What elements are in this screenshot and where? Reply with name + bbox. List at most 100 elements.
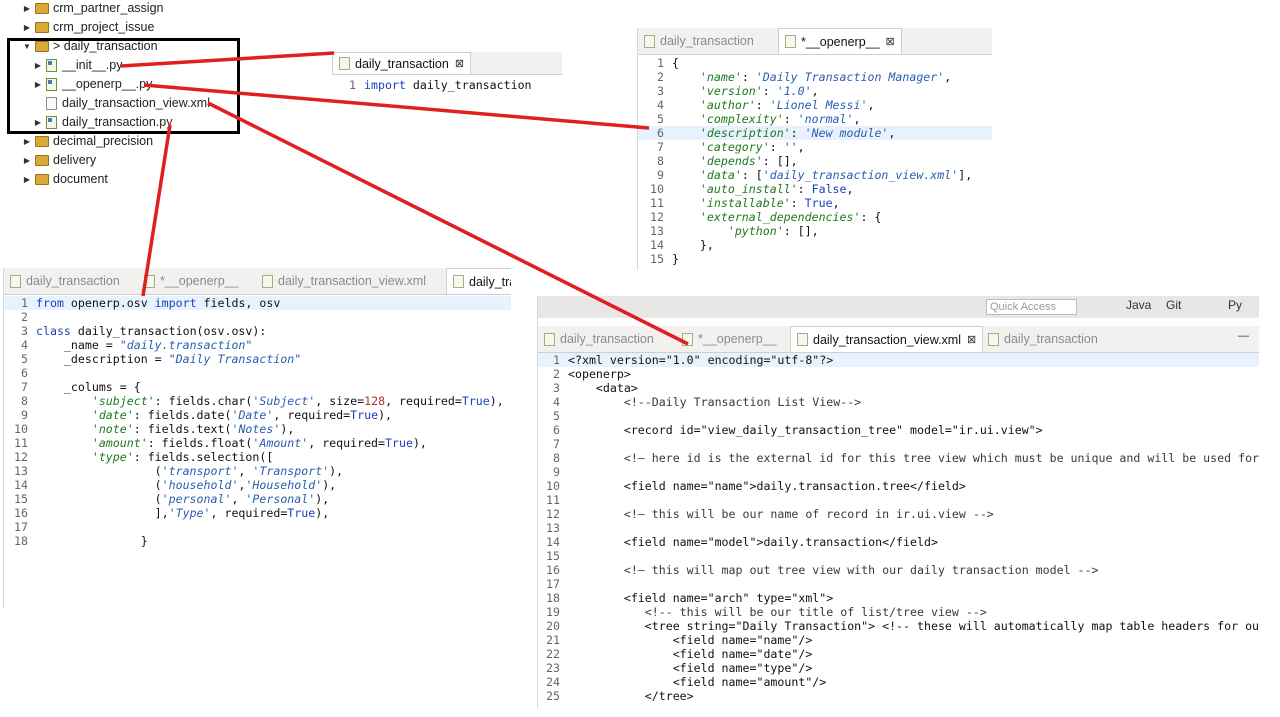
code-token: 'depends' (672, 154, 763, 168)
line-number: 12 (546, 507, 560, 521)
code-line: 11 'amount': fields.float('Amount', requ… (4, 436, 511, 450)
line-number: 24 (546, 675, 560, 689)
line-number: 14 (650, 238, 664, 252)
close-tab-icon[interactable]: ⊠ (886, 29, 895, 55)
quick-access-input[interactable]: Quick Access (986, 299, 1077, 315)
view-code[interactable]: 1 <?xml version="1.0" encoding="utf-8"?> 2… (538, 353, 1259, 703)
code-token: daily_transaction(osv.osv): (70, 324, 267, 338)
editor-tab[interactable]: daily_transaction (638, 28, 760, 54)
file-icon (453, 275, 464, 288)
code-line: 1 from openerp.osv import fields, osv (4, 296, 511, 310)
tree-item[interactable]: ▶ crm_partner_assign (22, 0, 164, 18)
code-token: , size= (315, 394, 365, 408)
tree-item-label: crm_partner_assign (53, 1, 164, 15)
code-token: <field name="type"/> (568, 661, 813, 675)
collapsed-arrow-icon[interactable]: ▶ (22, 0, 32, 18)
code-text: 'depends': [], (672, 154, 798, 168)
editor-tab[interactable]: daily_transaction (4, 268, 126, 294)
code-token: <field name="amount"/> (568, 675, 827, 689)
collapsed-arrow-icon[interactable]: ▶ (22, 132, 32, 151)
editor-tab[interactable]: daily_transaction_view.xml (256, 268, 432, 294)
code-token: 'note' (36, 422, 134, 436)
code-text: <field name="amount"/> (568, 675, 827, 689)
code-text: <!--Daily Transaction List View--> (568, 395, 861, 409)
editor-tab[interactable]: daily_transaction (538, 326, 660, 352)
code-token: ], (36, 506, 169, 520)
code-line: 20 <tree string="Daily Transaction"> <!-… (538, 619, 1259, 633)
code-line: 2 'name': 'Daily Transaction Manager', (638, 70, 992, 84)
code-line: 12 'external_dependencies': { (638, 210, 992, 224)
code-token: : [ (741, 168, 763, 182)
code-token: , required= (385, 394, 462, 408)
line-number: 1 (21, 296, 28, 310)
editor-tab[interactable]: *__openerp__ (138, 268, 245, 294)
perspective-git[interactable]: Git (1166, 298, 1181, 312)
collapsed-arrow-icon[interactable]: ▶ (22, 170, 32, 185)
code-token: _name = (36, 338, 120, 352)
code-token: 'complexity' (672, 112, 784, 126)
collapsed-arrow-icon[interactable]: ▶ (22, 18, 32, 37)
tree-item[interactable]: ▶ crm_project_issue (22, 18, 155, 37)
code-token: <field name="arch" type="xml"> (568, 591, 834, 605)
model-tabbar: daily_transaction *__openerp__ daily_trans… (4, 268, 511, 295)
perspective-py[interactable]: Py (1228, 298, 1242, 312)
perspective-java[interactable]: Java (1126, 298, 1151, 312)
view-editor: Quick Access Java Git Py daily_transacti… (537, 296, 1259, 708)
tree-item[interactable]: ▶ decimal_precision (22, 132, 153, 151)
code-line: 2 (4, 310, 511, 324)
line-number: 15 (546, 549, 560, 563)
code-line: 8 'subject': fields.char('Subject', size… (4, 394, 511, 408)
code-token: : (783, 112, 798, 126)
openerp-code[interactable]: 1{2 'name': 'Daily Transaction Manager',… (638, 56, 992, 266)
code-token: 'author' (672, 98, 756, 112)
close-tab-icon[interactable]: ⊠ (967, 327, 976, 353)
tree-item[interactable]: ▶ delivery (22, 151, 96, 170)
line-number: 12 (650, 210, 664, 224)
code-line: 3 <data> (538, 381, 1259, 395)
model-code[interactable]: 1 from openerp.osv import fields, osv 2 3 cl… (4, 296, 511, 548)
code-line: 12 'type': fields.selection([ (4, 450, 511, 464)
code-token: '1.0' (776, 84, 812, 98)
code-text: <!— here id is the external id for this … (568, 451, 1259, 465)
init-tabbar: daily_transaction ⊠ (332, 52, 562, 75)
openerp-tabbar: daily_transaction *__openerp__ ⊠ (638, 28, 992, 55)
code-line: 25 </tree> (538, 689, 1259, 703)
line-number: 21 (546, 633, 560, 647)
tree-item[interactable]: ▶ document (22, 170, 108, 185)
editor-tab[interactable]: *__openerp__ (676, 326, 783, 352)
code-token: 'Type' (168, 506, 211, 520)
code-text: _description = "Daily Transaction" (36, 352, 301, 366)
init-code[interactable]: 1 import daily_transaction (332, 78, 562, 92)
line-number: 10 (650, 182, 664, 196)
code-line: 8 <!— here id is the external id for thi… (538, 451, 1259, 465)
close-tab-icon[interactable]: ⊠ (455, 52, 464, 77)
code-text: 'category': '', (672, 140, 805, 154)
line-number: 2 (657, 70, 664, 84)
editor-tab[interactable]: daily_transaction ⊠ (332, 52, 472, 77)
line-number: 2 (553, 367, 560, 381)
code-token: : (790, 196, 805, 210)
editor-tab[interactable]: daily_transaction_view.xml ⊠ (790, 326, 984, 353)
editor-tab[interactable]: daily_transaction (982, 326, 1104, 352)
code-token: , required= (308, 436, 386, 450)
file-icon (544, 332, 555, 346)
folder-icon (35, 136, 49, 147)
editor-tab-label: daily_transaction (660, 34, 754, 48)
code-text: </tree> (568, 689, 694, 703)
code-token: ), (489, 394, 504, 408)
code-line: 14 ('household','Household'), (4, 478, 511, 492)
editor-tab[interactable]: *__openerp__ ⊠ (778, 28, 902, 54)
code-token: 'Personal' (245, 492, 316, 506)
line-number: 18 (546, 591, 560, 605)
collapsed-arrow-icon[interactable]: ▶ (22, 151, 32, 170)
code-token: , required= (210, 506, 288, 520)
code-token: import (154, 296, 197, 310)
code-line: 6 (4, 366, 511, 380)
code-token: <?xml version="1.0" encoding="utf-8"?> (568, 353, 834, 367)
file-icon (10, 274, 21, 288)
line-number: 15 (14, 492, 28, 506)
line-number: 22 (546, 647, 560, 661)
code-line: 3 'version': '1.0', (638, 84, 992, 98)
editor-tab[interactable]: daily_tra (446, 268, 511, 294)
minimize-button[interactable]: — (1238, 330, 1249, 342)
